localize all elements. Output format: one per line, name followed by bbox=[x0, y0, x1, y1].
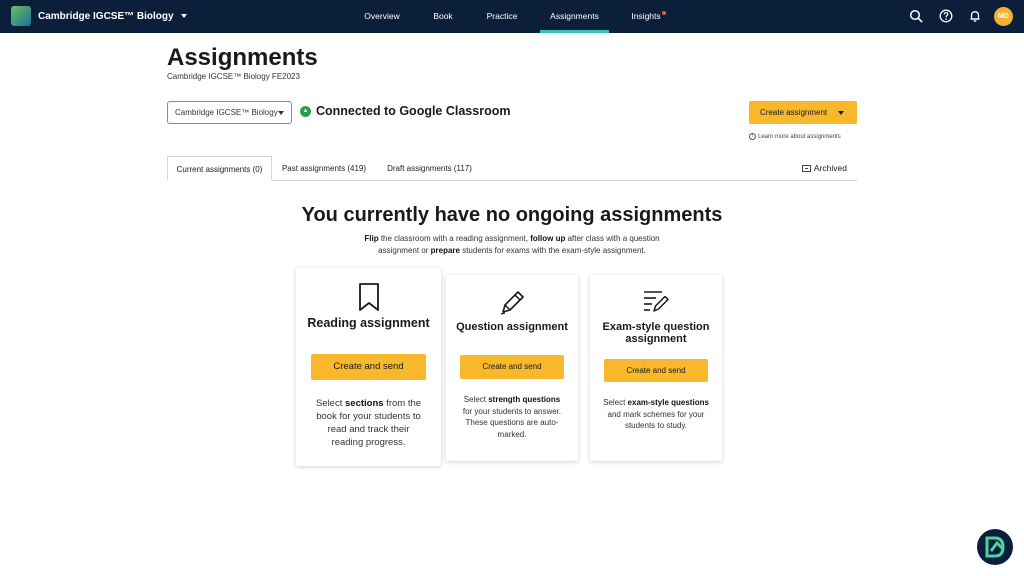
tab-past-assignments[interactable]: Past assignments (419) bbox=[274, 156, 374, 181]
tab-current-assignments[interactable]: Current assignments (0) bbox=[167, 156, 272, 181]
bookmark-icon bbox=[359, 283, 379, 311]
bell-icon[interactable] bbox=[968, 9, 982, 23]
learn-more-link[interactable]: i Learn more about assignments bbox=[749, 133, 841, 140]
classroom-status: ▲ Connected to Google Classroom bbox=[300, 104, 510, 118]
intro-text-1: the classroom with a reading assignment, bbox=[378, 234, 531, 243]
reading-card-title: Reading assignment bbox=[307, 316, 430, 330]
archived-label: Archived bbox=[813, 163, 847, 173]
reading-create-button[interactable]: Create and send bbox=[311, 354, 426, 380]
search-icon[interactable] bbox=[909, 9, 923, 23]
top-navigation-bar: Cambridge IGCSE™ Biology Overview Book P… bbox=[0, 0, 1024, 33]
logo-icon bbox=[11, 6, 31, 26]
chevron-down-icon bbox=[180, 14, 187, 18]
nav-assignments[interactable]: Assignments bbox=[540, 0, 609, 33]
chevron-down-icon bbox=[278, 111, 284, 115]
learn-more-text: Learn more about assignments bbox=[758, 133, 841, 140]
question-desc-bold: strength questions bbox=[488, 395, 561, 404]
page-subtitle: Cambridge IGCSE™ Biology FE2023 bbox=[167, 72, 300, 81]
question-card-description: Select strength questions for your stude… bbox=[459, 394, 565, 440]
chevron-down-icon bbox=[838, 111, 844, 115]
app-title: Cambridge IGCSE™ Biology bbox=[38, 10, 174, 22]
exam-desc-bold: exam-style questions bbox=[627, 398, 709, 407]
question-card-title: Question assignment bbox=[456, 321, 568, 333]
intro-flip: Flip bbox=[364, 234, 379, 243]
intro-follow-up: follow up bbox=[530, 234, 566, 243]
brand-menu[interactable]: Cambridge IGCSE™ Biology bbox=[11, 6, 187, 26]
page-title: Assignments bbox=[167, 44, 318, 71]
empty-state-intro: Flip the classroom with a reading assign… bbox=[352, 233, 672, 257]
question-assignment-card: Question assignment Create and send Sele… bbox=[446, 275, 578, 461]
nav-overview[interactable]: Overview bbox=[357, 0, 407, 33]
info-icon: i bbox=[749, 133, 756, 140]
exam-desc-post: and mark schemes for your students to st… bbox=[607, 409, 705, 431]
nav-practice[interactable]: Practice bbox=[479, 0, 525, 33]
question-create-button[interactable]: Create and send bbox=[460, 355, 564, 379]
exam-style-assignment-card: Exam-style question assignment Create an… bbox=[590, 275, 722, 461]
nav-insights[interactable]: Insights bbox=[626, 0, 666, 33]
exam-card-description: Select exam-style questions and mark sch… bbox=[602, 397, 710, 432]
empty-state-title: You currently have no ongoing assignment… bbox=[301, 204, 723, 226]
chat-assistant-icon[interactable] bbox=[977, 529, 1013, 565]
notification-dot-icon bbox=[662, 11, 666, 15]
question-desc-pre: Select bbox=[463, 395, 489, 404]
course-select-value: Cambridge IGCSE™ Biology bbox=[175, 108, 278, 117]
intro-text-3: students for exams with the exam-style a… bbox=[459, 246, 646, 255]
intro-prepare: prepare bbox=[430, 246, 460, 255]
reading-desc-bold: sections bbox=[345, 398, 384, 409]
pencil-icon bbox=[500, 291, 524, 315]
create-assignment-label: Create assignment bbox=[760, 108, 828, 117]
exam-desc-pre: Select bbox=[603, 398, 628, 407]
archived-link[interactable]: Archived bbox=[801, 163, 847, 173]
nav-book[interactable]: Book bbox=[425, 0, 461, 33]
exam-create-button[interactable]: Create and send bbox=[604, 359, 708, 382]
google-classroom-icon: ▲ bbox=[300, 105, 311, 117]
create-assignment-button[interactable]: Create assignment bbox=[749, 101, 857, 124]
classroom-status-text: Connected to Google Classroom bbox=[316, 104, 511, 118]
exam-lines-pencil-icon bbox=[644, 291, 669, 312]
archive-icon bbox=[801, 164, 811, 172]
avatar[interactable]: MD bbox=[994, 7, 1013, 26]
help-icon[interactable] bbox=[939, 9, 953, 23]
reading-assignment-card: Reading assignment Create and send Selec… bbox=[296, 268, 441, 466]
assignment-tabs: Current assignments (0) Past assignments… bbox=[167, 156, 857, 181]
exam-card-title: Exam-style question assignment bbox=[602, 321, 710, 345]
course-select[interactable]: Cambridge IGCSE™ Biology bbox=[167, 101, 292, 124]
tab-draft-assignments[interactable]: Draft assignments (117) bbox=[377, 156, 482, 181]
reading-card-description: Select sections from the book for your s… bbox=[311, 397, 426, 449]
reading-desc-pre: Select bbox=[315, 398, 345, 409]
question-desc-post: for your students to answer. These quest… bbox=[462, 406, 562, 439]
